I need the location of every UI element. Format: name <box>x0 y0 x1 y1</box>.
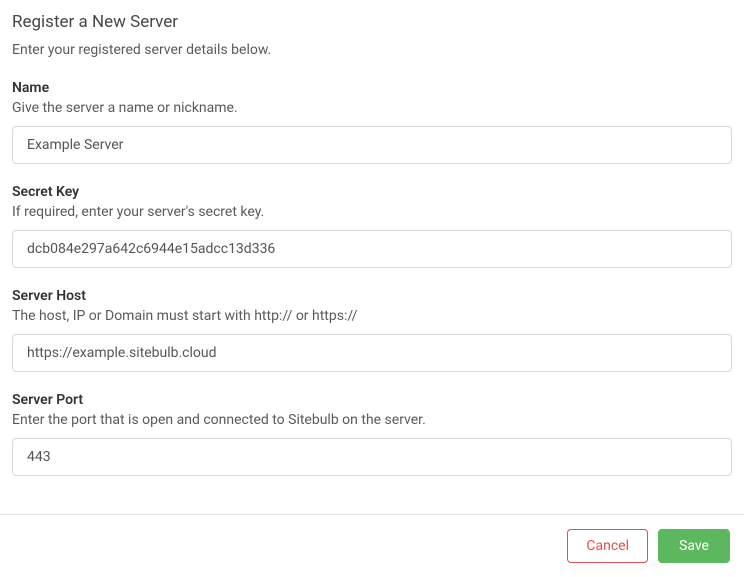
form-group-server-port: Server Port Enter the port that is open … <box>12 392 732 476</box>
server-host-label: Server Host <box>12 288 732 304</box>
name-input[interactable] <box>12 126 732 164</box>
dialog-footer: Cancel Save <box>0 514 744 577</box>
form-group-secret-key: Secret Key If required, enter your serve… <box>12 184 732 268</box>
name-help: Give the server a name or nickname. <box>12 100 732 116</box>
form-group-name: Name Give the server a name or nickname. <box>12 80 732 164</box>
cancel-button[interactable]: Cancel <box>567 529 648 563</box>
server-host-help: The host, IP or Domain must start with h… <box>12 308 732 324</box>
secret-key-help: If required, enter your server's secret … <box>12 204 732 220</box>
server-port-help: Enter the port that is open and connecte… <box>12 412 732 428</box>
page-title: Register a New Server <box>12 12 732 32</box>
server-host-input[interactable] <box>12 334 732 372</box>
server-port-input[interactable] <box>12 438 732 476</box>
secret-key-label: Secret Key <box>12 184 732 200</box>
name-label: Name <box>12 80 732 96</box>
save-button[interactable]: Save <box>658 529 730 563</box>
server-port-label: Server Port <box>12 392 732 408</box>
secret-key-input[interactable] <box>12 230 732 268</box>
form-group-server-host: Server Host The host, IP or Domain must … <box>12 288 732 372</box>
page-subtitle: Enter your registered server details bel… <box>12 42 732 58</box>
